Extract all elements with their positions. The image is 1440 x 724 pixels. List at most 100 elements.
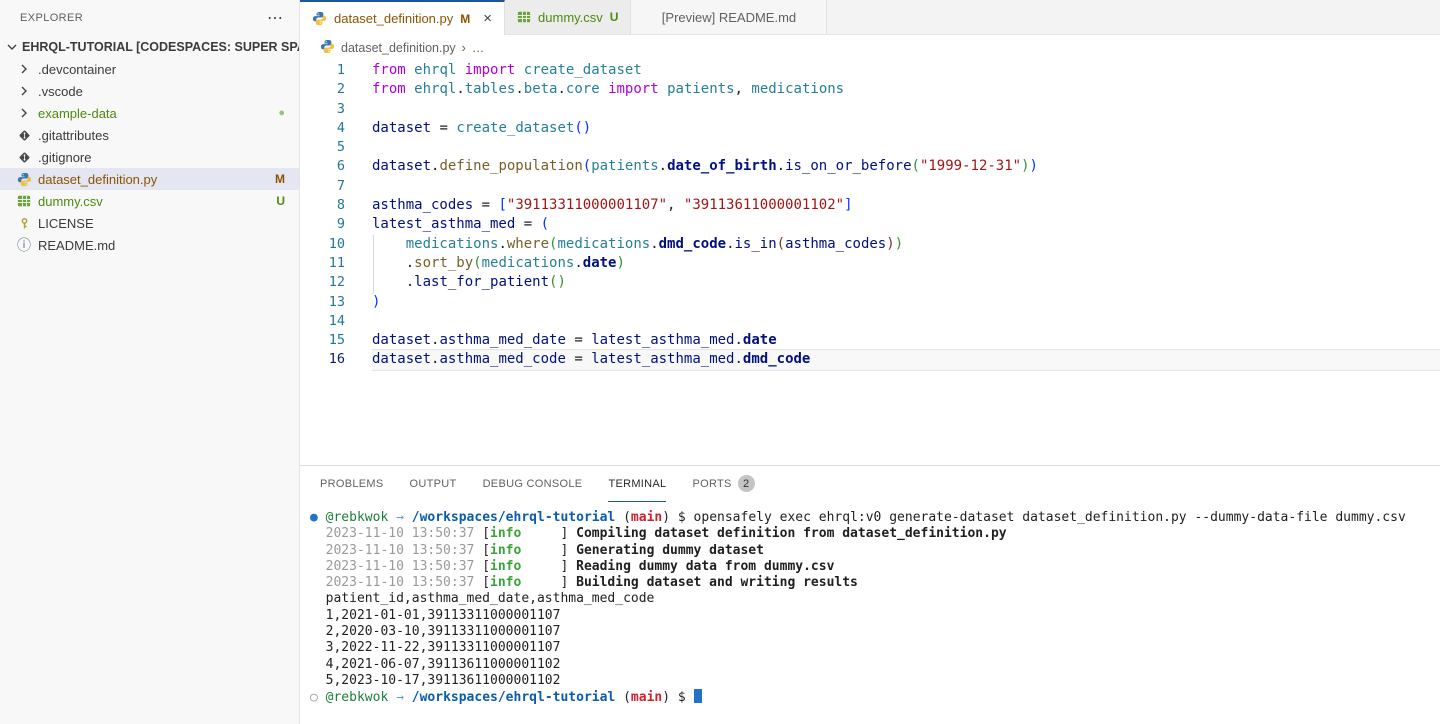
- code-line-12[interactable]: 12 .last_for_patient(): [300, 273, 1440, 292]
- terminal-line: 2,2020-03-10,39113311000001107: [310, 624, 1440, 640]
- code-line-text: dataset.asthma_med_date = latest_asthma_…: [372, 331, 1440, 350]
- tab-dummy-csv[interactable]: dummy.csvU: [505, 0, 631, 34]
- csv-icon: [16, 194, 32, 208]
- terminal-line: 2023-11-10 13:50:37 [info ] Reading dumm…: [310, 559, 1440, 575]
- chevron-right-icon: [16, 61, 32, 77]
- breadcrumb-separator-icon: ›: [462, 41, 466, 55]
- code-line-3[interactable]: 3: [300, 100, 1440, 119]
- git-status-badge: M: [275, 172, 285, 186]
- panel-tab-bar: PROBLEMS OUTPUT DEBUG CONSOLE TERMINAL PORTS…: [300, 466, 1440, 502]
- line-number: 2: [300, 80, 372, 99]
- more-actions-icon[interactable]: ⋯: [267, 8, 285, 28]
- terminal-line: patient_id,asthma_med_date,asthma_med_co…: [310, 591, 1440, 607]
- panel-tab-terminal[interactable]: TERMINAL: [608, 466, 666, 502]
- file-row-readme-md[interactable]: ⓘREADME.md: [0, 234, 299, 256]
- code-line-text: [372, 177, 1440, 196]
- line-number: 9: [300, 215, 372, 234]
- close-icon[interactable]: ×: [483, 10, 492, 27]
- code-line-5[interactable]: 5: [300, 138, 1440, 157]
- panel-tab-label: DEBUG CONSOLE: [483, 478, 583, 490]
- tab-dataset-definition-py[interactable]: dataset_definition.pyM×: [300, 0, 505, 35]
- terminal-prompt-line: ○ @rebkwok → /workspaces/ehrql-tutorial …: [310, 689, 1440, 705]
- file-row-dummy-csv[interactable]: dummy.csvU: [0, 190, 299, 212]
- code-line-4[interactable]: 4dataset = create_dataset(): [300, 119, 1440, 138]
- chevron-right-icon: [16, 105, 32, 121]
- line-number: 12: [300, 273, 372, 292]
- code-line-text: [372, 138, 1440, 157]
- code-line-text: from ehrql import create_dataset: [372, 61, 1440, 80]
- file-row--gitattributes[interactable]: .gitattributes: [0, 124, 299, 146]
- code-line-7[interactable]: 7: [300, 177, 1440, 196]
- file-row-license[interactable]: LICENSE: [0, 212, 299, 234]
- file-label: .devcontainer: [38, 62, 299, 77]
- file-label: dummy.csv: [38, 194, 276, 209]
- file-label: .gitignore: [38, 150, 299, 165]
- file-label: README.md: [38, 238, 299, 253]
- line-number: 13: [300, 293, 372, 312]
- line-number: 6: [300, 157, 372, 176]
- editor-tab-bar: dataset_definition.pyM×dummy.csvU [Previe…: [300, 0, 1440, 35]
- tab-git-status-badge: U: [610, 10, 619, 24]
- file-row-dataset-definition-py[interactable]: dataset_definition.pyM: [0, 168, 299, 190]
- chevron-down-icon: [4, 39, 20, 55]
- chevron-right-icon: [16, 83, 32, 99]
- indent-guide: [373, 273, 374, 292]
- code-line-16[interactable]: 16dataset.asthma_med_code = latest_asthm…: [300, 350, 1440, 369]
- panel-tab-output[interactable]: OUTPUT: [410, 466, 457, 502]
- breadcrumb[interactable]: dataset_definition.py › …: [300, 35, 1440, 61]
- terminal[interactable]: ● @rebkwok → /workspaces/ehrql-tutorial …: [300, 502, 1440, 724]
- vscode-window: EXPLORER ⋯ EHRQL-TUTORIAL [CODESPACES: S…: [0, 0, 1440, 724]
- line-number: 8: [300, 196, 372, 215]
- terminal-prompt-line: ● @rebkwok → /workspaces/ehrql-tutorial …: [310, 510, 1440, 526]
- code-line-text: [372, 100, 1440, 119]
- code-line-text: ): [372, 293, 1440, 312]
- code-line-1[interactable]: 1from ehrql import create_dataset: [300, 61, 1440, 80]
- line-number: 3: [300, 100, 372, 119]
- line-number: 10: [300, 235, 372, 254]
- workspace-root-row[interactable]: EHRQL-TUTORIAL [CODESPACES: SUPER SPACE …: [0, 36, 299, 58]
- code-line-13[interactable]: 13): [300, 293, 1440, 312]
- tab-label: dataset_definition.py: [334, 11, 453, 26]
- panel-tab-problems[interactable]: PROBLEMS: [320, 466, 384, 502]
- code-line-11[interactable]: 11 .sort_by(medications.date): [300, 254, 1440, 273]
- workspace-root-label: EHRQL-TUTORIAL [CODESPACES: SUPER SPACE …: [22, 40, 299, 54]
- terminal-line: 1,2021-01-01,39113311000001107: [310, 608, 1440, 624]
- tab--preview-readme-md[interactable]: [Preview] README.md: [631, 0, 827, 34]
- breadcrumb-more[interactable]: …: [472, 41, 485, 55]
- git-icon: [16, 151, 32, 164]
- panel-tab-label: TERMINAL: [608, 478, 666, 490]
- python-icon: [312, 11, 327, 26]
- code-line-text: .sort_by(medications.date): [372, 254, 1440, 273]
- panel-tab-label: OUTPUT: [410, 478, 457, 490]
- code-line-15[interactable]: 15dataset.asthma_med_date = latest_asthm…: [300, 331, 1440, 350]
- code-line-14[interactable]: 14: [300, 312, 1440, 331]
- file-row--devcontainer[interactable]: .devcontainer: [0, 58, 299, 80]
- csv-icon: [517, 10, 531, 24]
- panel-tab-debug-console[interactable]: DEBUG CONSOLE: [483, 466, 583, 502]
- breadcrumb-file[interactable]: dataset_definition.py: [341, 41, 456, 55]
- terminal-line: 5,2023-10-17,39113611000001102: [310, 673, 1440, 689]
- file-row--gitignore[interactable]: .gitignore: [0, 146, 299, 168]
- code-line-2[interactable]: 2from ehrql.tables.beta.core import pati…: [300, 80, 1440, 99]
- python-icon: [16, 172, 32, 187]
- file-row-example-data[interactable]: example-data●: [0, 102, 299, 124]
- code-line-text: .last_for_patient(): [372, 273, 1440, 292]
- panel-tab-label: PROBLEMS: [320, 478, 384, 490]
- code-line-8[interactable]: 8asthma_codes = ["39113311000001107", "3…: [300, 196, 1440, 215]
- file-tree: .devcontainer.vscodeexample-data●.gitatt…: [0, 58, 299, 256]
- code-editor[interactable]: 1from ehrql import create_dataset2from e…: [300, 61, 1440, 465]
- tab-label: [Preview] README.md: [662, 10, 796, 25]
- git-change-dot-icon: ●: [278, 107, 285, 119]
- line-number: 1: [300, 61, 372, 80]
- file-label: example-data: [38, 106, 278, 121]
- code-line-9[interactable]: 9latest_asthma_med = (: [300, 215, 1440, 234]
- code-line-10[interactable]: 10 medications.where(medications.dmd_cod…: [300, 235, 1440, 254]
- code-line-6[interactable]: 6dataset.define_population(patients.date…: [300, 157, 1440, 176]
- file-row--vscode[interactable]: .vscode: [0, 80, 299, 102]
- code-line-text: [372, 312, 1440, 331]
- terminal-line: 4,2021-06-07,39113611000001102: [310, 657, 1440, 673]
- license-icon: [16, 217, 32, 230]
- ports-count-badge: 2: [738, 475, 755, 492]
- panel-tab-ports[interactable]: PORTS2: [692, 466, 754, 502]
- explorer-header: EXPLORER ⋯: [0, 0, 299, 36]
